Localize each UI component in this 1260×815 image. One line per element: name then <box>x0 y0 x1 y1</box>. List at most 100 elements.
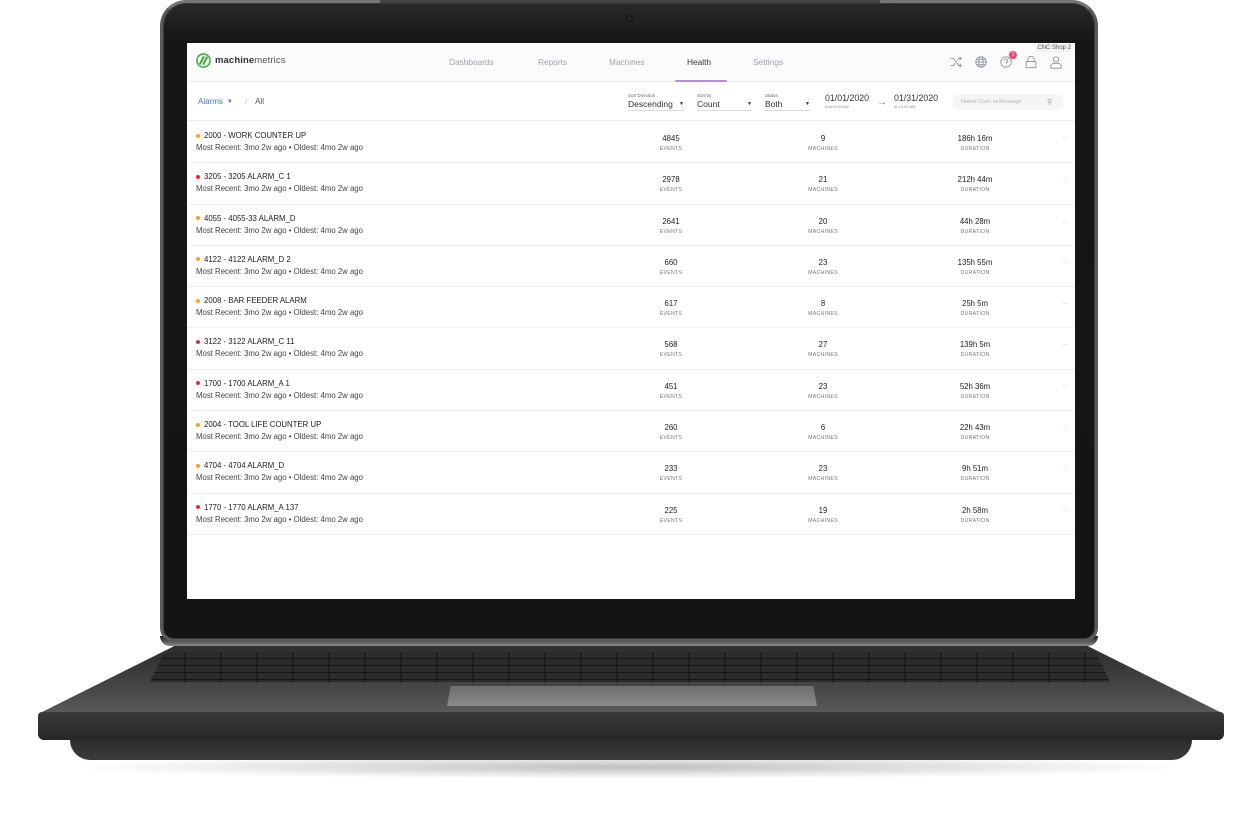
search-box[interactable]: ⚲ <box>953 94 1063 110</box>
more-options-icon[interactable]: ··· <box>1063 425 1068 431</box>
nav-dashboards[interactable]: Dashboards <box>449 57 494 67</box>
search-icon[interactable]: ⚲ <box>1047 98 1052 106</box>
alarm-row[interactable]: 4704 - 4704 ALARM_D Most Recent: 3mo 2w … <box>187 452 1075 494</box>
duration-stat: 52h 36m DURATION <box>935 382 1015 400</box>
events-label: EVENTS <box>659 146 683 152</box>
machines-label: MACHINES <box>808 435 838 442</box>
sort-direction-value-box[interactable]: Descending ▼ <box>628 99 684 111</box>
status-value-box[interactable]: Both ▼ <box>765 99 810 111</box>
sort-direction-select[interactable]: Sort Direction Descending ▼ <box>628 93 684 111</box>
duration-stat: 25h 5m DURATION <box>935 299 1015 317</box>
chevron-down-icon: ▼ <box>805 101 810 107</box>
machines-count: 23 <box>818 257 828 267</box>
more-options-icon[interactable]: ··· <box>1063 466 1068 472</box>
nav-health[interactable]: Health <box>687 57 711 67</box>
duration-label: DURATION <box>960 476 990 483</box>
duration-value: 139h 5m <box>959 340 991 350</box>
duration-stat: 135h 55m DURATION <box>935 258 1015 276</box>
more-options-icon[interactable]: ··· <box>1063 136 1068 142</box>
search-input[interactable] <box>961 99 1047 105</box>
header-icons: 1 <box>938 51 1063 69</box>
duration-stat: 212h 44m DURATION <box>935 175 1015 193</box>
severity-dot-icon <box>196 381 200 386</box>
alarm-title-wrap: 2000 - WORK COUNTER UP <box>196 131 306 140</box>
duration-stat: 22h 43m DURATION <box>935 423 1015 441</box>
alarm-title-wrap: 4055 - 4055-33 ALARM_D <box>196 214 295 223</box>
nav-settings[interactable]: Settings <box>753 57 783 67</box>
user-icon[interactable] <box>1049 55 1063 69</box>
nav-machines[interactable]: Machines <box>609 57 645 67</box>
alarm-recency: Most Recent: 3mo 2w ago • Oldest: 4mo 2w… <box>196 143 363 152</box>
laptop-mockup: machinemetrics Dashboards Reports Machin… <box>0 0 1260 815</box>
alarm-row[interactable]: 2004 - TOOL LIFE COUNTER UP Most Recent:… <box>187 411 1075 453</box>
more-options-icon[interactable]: ··· <box>1063 301 1068 307</box>
alarm-recency: Most Recent: 3mo 2w ago • Oldest: 4mo 2w… <box>196 184 363 194</box>
duration-stat: 2h 58m DURATION <box>935 506 1015 524</box>
alarm-title-wrap: 4122 - 4122 ALARM_D 2 <box>196 255 291 264</box>
laptop-base-bottom <box>70 738 1192 760</box>
machines-count: 8 <box>820 299 826 309</box>
globe-icon[interactable] <box>974 55 988 69</box>
machines-stat: 20 MACHINES <box>783 217 863 235</box>
alarm-recency: Most Recent: 3mo 2w ago • Oldest: 4mo 2w… <box>196 432 363 442</box>
alarm-list: 2000 - WORK COUNTER UP Most Recent: 3mo … <box>187 122 1075 535</box>
alarm-row[interactable]: 1770 - 1770 ALARM_A 137 Most Recent: 3mo… <box>187 493 1075 535</box>
duration-value: 25h 5m <box>961 299 988 309</box>
more-options-icon[interactable]: ··· <box>1063 384 1068 390</box>
more-options-icon[interactable]: ··· <box>1063 508 1068 514</box>
duration-value: 212h 44m <box>957 175 993 185</box>
status-select[interactable]: Status Both ▼ <box>765 93 810 111</box>
events-count: 568 <box>664 340 678 350</box>
more-options-icon[interactable]: ··· <box>1063 342 1068 348</box>
sort-by-label: Sort by <box>697 93 712 98</box>
duration-label: DURATION <box>960 187 990 194</box>
lock-icon[interactable] <box>1024 55 1038 69</box>
alarm-row[interactable]: 2000 - WORK COUNTER UP Most Recent: 3mo … <box>187 122 1075 164</box>
date-to-picker[interactable]: 01/31/2020 to 10:00 AM <box>894 93 938 109</box>
events-label: EVENTS <box>659 352 683 359</box>
machines-count: 21 <box>818 175 828 185</box>
help-icon[interactable]: 1 <box>999 51 1017 69</box>
alarm-row[interactable]: 3205 - 3205 ALARM_C 1 Most Recent: 3mo 2… <box>187 163 1075 205</box>
events-label: EVENTS <box>659 435 683 442</box>
sort-by-select[interactable]: Sort by Count ▼ <box>697 93 752 111</box>
duration-label: DURATION <box>960 146 990 152</box>
alarm-row[interactable]: 2008 - BAR FEEDER ALARM Most Recent: 3mo… <box>187 287 1075 329</box>
alarm-title: 3122 - 3122 ALARM_C 11 <box>204 337 295 347</box>
nav-reports[interactable]: Reports <box>538 57 567 67</box>
duration-label: DURATION <box>960 435 990 442</box>
duration-value: 9h 51m <box>961 464 988 474</box>
alarm-title: 2004 - TOOL LIFE COUNTER UP <box>204 420 322 430</box>
alarm-row[interactable]: 4055 - 4055-33 ALARM_D Most Recent: 3mo … <box>187 204 1075 246</box>
laptop-lid-edge <box>380 0 880 3</box>
severity-dot-icon <box>196 505 200 510</box>
alarm-row[interactable]: 3122 - 3122 ALARM_C 11 Most Recent: 3mo … <box>187 328 1075 370</box>
events-count: 225 <box>664 505 678 515</box>
duration-label: DURATION <box>960 517 990 524</box>
duration-value: 186h 16m <box>957 134 993 143</box>
alarm-row[interactable]: 1700 - 1700 ALARM_A 1 Most Recent: 3mo 2… <box>187 369 1075 412</box>
alarm-title-wrap: 3122 - 3122 ALARM_C 11 <box>196 337 294 346</box>
more-options-icon[interactable]: ··· <box>1063 177 1068 183</box>
severity-dot-icon <box>196 216 200 221</box>
alarm-row[interactable]: 4122 - 4122 ALARM_D 2 Most Recent: 3mo 2… <box>187 245 1075 288</box>
alarm-title-wrap: 2008 - BAR FEEDER ALARM <box>196 296 307 305</box>
shuffle-icon[interactable] <box>949 55 963 69</box>
alarm-title: 3205 - 3205 ALARM_C 1 <box>204 172 291 182</box>
machines-label: MACHINES <box>808 311 838 318</box>
more-options-icon[interactable]: ··· <box>1063 219 1068 225</box>
alarm-title: 2008 - BAR FEEDER ALARM <box>204 296 307 306</box>
date-from-picker[interactable]: 01/01/2020 from 9:00 AM <box>825 93 869 109</box>
machines-stat: 21 MACHINES <box>783 175 863 193</box>
events-stat: 225 EVENTS <box>631 506 711 524</box>
machines-count: 20 <box>818 216 828 226</box>
breadcrumb-alarms[interactable]: Alarms <box>198 97 223 106</box>
shop-name[interactable]: CNC Shop 2 <box>1035 44 1073 52</box>
more-options-icon[interactable]: ··· <box>1063 260 1068 266</box>
duration-label: DURATION <box>960 269 990 276</box>
alarm-recency: Most Recent: 3mo 2w ago • Oldest: 4mo 2w… <box>196 473 363 483</box>
events-count: 2641 <box>662 216 680 226</box>
sort-by-value-box[interactable]: Count ▼ <box>697 99 752 111</box>
events-count: 4845 <box>662 134 680 143</box>
chevron-down-icon[interactable]: ▼ <box>227 99 233 105</box>
